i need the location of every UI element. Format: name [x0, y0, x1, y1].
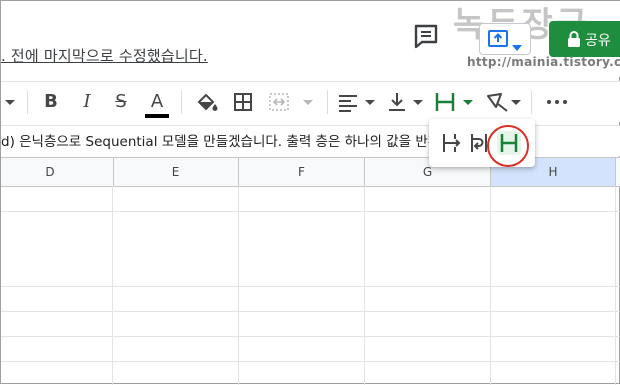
grid-line [1, 286, 620, 287]
highlight-circle [487, 125, 529, 167]
top-bar: . 전에 마지막으로 수정했습니다. 녹두장군 공유 http://mai [1, 1, 620, 77]
borders-icon[interactable] [231, 90, 255, 114]
italic-button[interactable]: I [75, 90, 99, 114]
last-edit-link[interactable]: . 전에 마지막으로 수정했습니다. [1, 45, 208, 66]
cell-grid[interactable] [1, 186, 620, 385]
comment-icon[interactable] [413, 23, 441, 49]
grid-line [1, 211, 620, 212]
watermark-url: http://mainia.tistory.com [467, 55, 620, 69]
toolbar: B I S A [1, 81, 620, 122]
grid-line [1, 336, 620, 337]
column-header-d[interactable]: D [0, 158, 114, 186]
share-button[interactable]: 공유 [549, 21, 620, 57]
present-icon [488, 30, 508, 52]
bold-button[interactable]: B [39, 90, 63, 114]
grid-line [1, 311, 620, 312]
column-header-e[interactable]: E [113, 158, 239, 186]
text-color-button[interactable]: A [143, 90, 171, 118]
lock-icon [567, 31, 581, 51]
overflow-wrap-icon[interactable] [439, 131, 463, 155]
text-rotation-icon[interactable] [485, 90, 525, 114]
toolbar-divider [181, 90, 182, 114]
toolbar-divider [531, 90, 532, 114]
text-color-label: A [150, 91, 164, 112]
fill-color-icon[interactable] [195, 90, 219, 114]
horizontal-align-icon[interactable] [337, 90, 377, 114]
grid-line [1, 361, 620, 362]
strikethrough-button[interactable]: S [109, 90, 133, 114]
formula-bar-content[interactable]: d) 은닉층으로 Sequential 모델을 만들겠습니다. 출력 층은 하나… [1, 130, 453, 150]
column-header-f[interactable]: F [239, 158, 365, 186]
more-options-icon[interactable] [545, 90, 569, 114]
text-color-swatch [145, 114, 169, 118]
present-button[interactable] [479, 23, 531, 55]
chevron-down-icon[interactable] [5, 90, 15, 114]
toolbar-divider [327, 90, 328, 114]
text-wrapping-icon[interactable] [433, 90, 477, 114]
chevron-down-icon[interactable] [512, 36, 522, 55]
vertical-align-icon[interactable] [385, 90, 425, 114]
share-label: 공유 [585, 33, 611, 49]
toolbar-divider [27, 90, 28, 114]
merge-cells-icon [267, 90, 313, 114]
